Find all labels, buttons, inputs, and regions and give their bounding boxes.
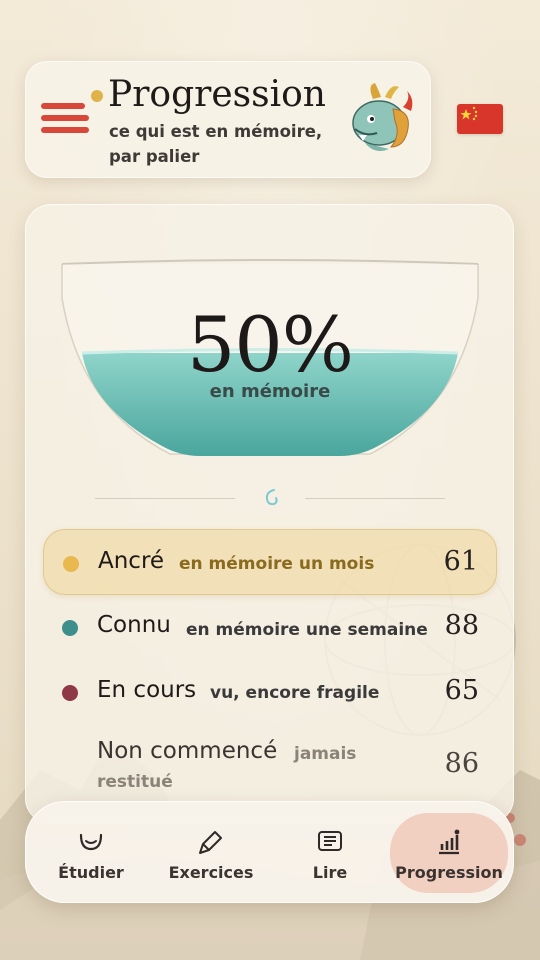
bottom-nav: Étudier Exercices Lire Progression — [25, 801, 514, 903]
tier-description: jamais restitué — [97, 744, 357, 792]
tier-name: Connu — [97, 612, 171, 638]
page-title: Progression — [108, 74, 326, 115]
nav-exercises[interactable]: Exercices — [163, 813, 259, 893]
bar-chart-icon — [439, 829, 460, 855]
swirl-icon — [265, 489, 278, 506]
tier-description: vu, encore fragile — [210, 683, 380, 703]
brush-icon — [199, 831, 222, 854]
nav-label: Lire — [312, 863, 348, 882]
tier-in-progress[interactable]: En cours vu, encore fragile 65 — [43, 659, 497, 725]
nav-read[interactable]: Lire — [287, 813, 373, 893]
tier-name: En cours — [97, 677, 197, 703]
newspaper-icon — [318, 831, 342, 851]
smile-bowl-icon — [79, 833, 103, 851]
page-subtitle: ce qui est en mémoire, par palier — [109, 122, 323, 166]
nav-label: Exercices — [168, 863, 254, 882]
memory-caption: en mémoire — [209, 381, 331, 402]
nav-progress[interactable]: Progression — [390, 813, 508, 893]
tier-color-dot — [63, 556, 79, 572]
china-flag-icon[interactable] — [457, 104, 503, 134]
tier-known[interactable]: Connu en mémoire une semaine 88 — [43, 594, 497, 660]
tier-count: 88 — [444, 610, 479, 641]
hamburger-menu-icon[interactable] — [41, 90, 103, 139]
tier-color-dot — [62, 685, 78, 701]
tier-description: en mémoire un mois — [179, 554, 375, 574]
tier-not-started[interactable]: Non commencé jamais restitué 86 — [43, 730, 497, 800]
tier-color-dot — [62, 620, 78, 636]
tier-count: 61 — [443, 546, 478, 577]
tier-name: Ancré — [98, 548, 165, 574]
nav-label: Étudier — [58, 863, 124, 882]
nav-label: Progression — [395, 863, 503, 882]
memory-percentage: 50% — [187, 300, 354, 389]
nav-study[interactable]: Étudier — [45, 813, 137, 893]
tier-anchored[interactable]: Ancré en mémoire un mois 61 — [43, 529, 497, 595]
tier-count: 86 — [444, 748, 479, 779]
tier-description: en mémoire une semaine — [186, 620, 428, 640]
dragon-icon — [352, 83, 413, 151]
tier-count: 65 — [444, 675, 479, 706]
